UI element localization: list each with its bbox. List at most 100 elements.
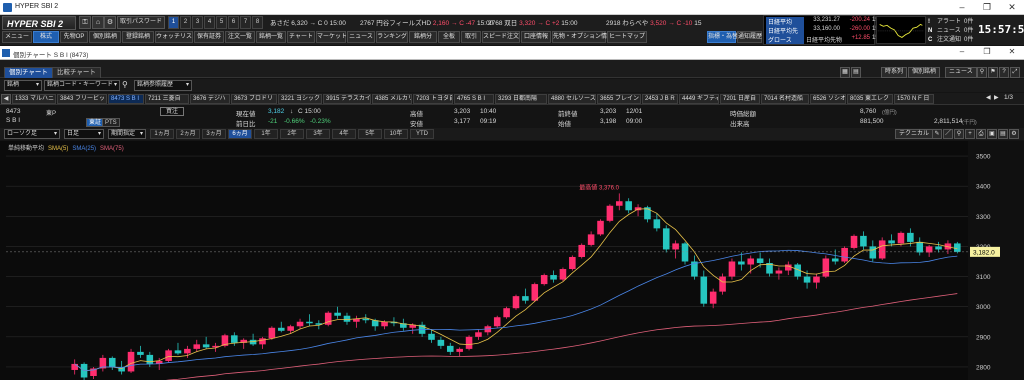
nav-item-5[interactable]: ウォッチリスト [155,31,198,43]
workspace-tab-8[interactable]: 8 [252,16,263,29]
stock-tab[interactable]: 1333 マルハニ [12,94,56,104]
help-icon[interactable]: ? [999,67,1009,78]
search-input[interactable]: 銘柄コード・キーワード ▾ [44,80,120,91]
workspace-tab-7[interactable]: 7 [240,16,251,29]
nav-item-13[interactable]: 銘柄分 [409,31,437,43]
stock-tab[interactable]: 4765 S B I [454,94,494,104]
tabs-next-icon[interactable]: ▶ [994,94,1002,104]
nav-item-8[interactable]: 銘柄一覧 [256,31,286,43]
tab-comparison-chart[interactable]: 比較チャート [52,67,101,78]
settings-icon[interactable]: ⚙ [104,16,116,29]
chart-type-select[interactable]: ローソク足 ▾ [4,129,60,139]
nav-item-18[interactable]: 先物・オプション情報 [552,31,613,43]
stock-tab[interactable]: 7201 日産自 [720,94,760,104]
link-icon[interactable]: ⚲ [977,67,987,78]
search-type-select[interactable]: 銘柄 ▾ [4,80,42,91]
period-5[interactable]: 2年 [280,129,304,139]
period-select[interactable]: 期間指定 ▾ [108,129,146,139]
workspace-tab-6[interactable]: 6 [228,16,239,29]
nav-item-10[interactable]: マーケット [316,31,347,43]
ticker-item[interactable]: 2918 わらべや 3,520 → C -10 15 [606,17,701,27]
alert-row[interactable]: C 注文通知 0件 [928,34,978,43]
stock-tab[interactable]: 4385 メルカリ [372,94,412,104]
nav-item-6[interactable]: 保有証券 [194,31,224,43]
close-icon[interactable]: ✕ [1005,47,1019,56]
stock-tab[interactable]: 3293 日都南陽 [495,94,547,104]
stock-tab[interactable]: 3915 テラスカイ [323,94,371,104]
workspace-tab-3[interactable]: 3 [192,16,203,29]
market-pts[interactable]: PTS [102,118,120,127]
workspace-tab-2[interactable]: 2 [180,16,191,29]
time-series-button[interactable]: 時系列 [881,67,908,78]
workspace-tab-4[interactable]: 4 [204,16,215,29]
stock-tab[interactable]: 3221 ヨシック [278,94,322,104]
news-button[interactable]: ニュース [945,67,977,78]
period-3[interactable]: 6ヵ月 [228,129,252,139]
stock-tab[interactable]: 3655 ブレイン [597,94,641,104]
individual-stock-button[interactable]: 個別銘柄 [908,67,941,78]
candlestick-chart[interactable]: 単純移動平均 SMA(5) SMA(25) SMA(75) 2800 2900 3000 3… [0,141,1024,380]
nav-item-7[interactable]: 注文一覧 [225,31,255,43]
print-icon[interactable]: ⎙ [976,129,986,139]
period-0[interactable]: 1ヵ月 [150,129,174,139]
nav-item-1[interactable]: 株式 [33,31,59,43]
nav-item-11[interactable]: ニュース [347,31,375,43]
maximize-icon[interactable]: ❐ [980,2,994,13]
settings-icon[interactable]: ⚙ [1009,129,1019,139]
period-6[interactable]: 3年 [306,129,330,139]
stock-tab[interactable]: 2453 J B R [642,94,678,104]
nav-item-0[interactable]: メニュー [2,31,32,43]
technical-button[interactable]: テクニカル [895,129,934,139]
period-8[interactable]: 5年 [358,129,382,139]
period-4[interactable]: 1年 [254,129,278,139]
nav-indicators-fx[interactable]: 指標・為替 [707,31,738,43]
nav-item-3[interactable]: 個別銘柄 [89,31,121,43]
nav-item-14[interactable]: 全板 [438,31,460,43]
stock-tab[interactable]: 6526 ソシオ [810,94,846,104]
stock-tab[interactable]: 8473 S B I [108,94,144,104]
nav-notification-history[interactable]: 通知履歴 [737,31,762,43]
expand-icon[interactable]: ⤢ [1010,67,1020,78]
alert-row[interactable]: N ニュース 0件 [928,25,978,34]
save-icon[interactable]: ▤ [998,129,1008,139]
layout2-icon[interactable]: ▤ [851,67,861,78]
tabs-prev-icon[interactable]: ◀ [986,94,994,104]
nav-item-4[interactable]: 登録銘柄 [122,31,154,43]
period-7[interactable]: 4年 [332,129,356,139]
zoom-in-icon[interactable]: + [965,129,975,139]
search-icon[interactable]: ⚲ [122,80,132,91]
stock-tab[interactable]: 3843 フリービット [57,94,107,104]
alert-row[interactable]: ! アラート 0件 [928,16,978,25]
close-icon[interactable]: ✕ [1005,2,1019,13]
home-icon[interactable]: ⌂ [92,16,104,29]
stock-tab[interactable]: 7014 名村造船 [761,94,809,104]
workspace-tab-1[interactable]: 1 [168,16,179,29]
period-2[interactable]: 3ヵ月 [202,129,226,139]
history-select[interactable]: 銘柄参照履歴 ▾ [134,80,192,91]
stock-tab[interactable]: 3673 ブロドリ [231,94,277,104]
period-10[interactable]: YTD [410,129,434,139]
stock-tab[interactable]: 4880 セルソース [548,94,596,104]
ticker-item[interactable]: あさだ 6,320 → C 0 15:00 [270,17,346,27]
ticker-item[interactable]: 2767 円谷フィールズHD 2,160 → C -47 15:00 [360,17,493,27]
pin-icon[interactable]: ⚑ [988,67,998,78]
line-tool-icon[interactable]: ／ [943,129,953,139]
stock-tab[interactable]: 7203 トヨタ自 [413,94,453,104]
nav-item-17[interactable]: 口座情報 [521,31,551,43]
image-icon[interactable]: ▣ [987,129,997,139]
minimize-icon[interactable]: – [955,47,969,56]
nav-item-19[interactable]: ヒートマップ [607,31,647,43]
trade-password-button[interactable]: 取引パスワード [117,16,165,29]
period-1[interactable]: 2ヵ月 [176,129,200,139]
nav-item-9[interactable]: チャート [287,31,315,43]
nav-item-15[interactable]: 取引 [461,31,481,43]
tabs-left-icon[interactable]: ◀ [1,94,11,104]
ticker-item[interactable]: 2768 双日 3,320 → C +2 15:00 [488,17,578,27]
workspace-tab-5[interactable]: 5 [216,16,227,29]
stock-tab[interactable]: 3676 デジハ [190,94,230,104]
stock-tab[interactable]: 8035 東エレク [847,94,893,104]
draw-icon[interactable]: ✎ [932,129,942,139]
stock-tab[interactable]: 1570 N F 日 [894,94,934,104]
search-tool-icon[interactable]: ⚲ [954,129,964,139]
stock-tab[interactable]: 4449 ギフティ [679,94,719,104]
